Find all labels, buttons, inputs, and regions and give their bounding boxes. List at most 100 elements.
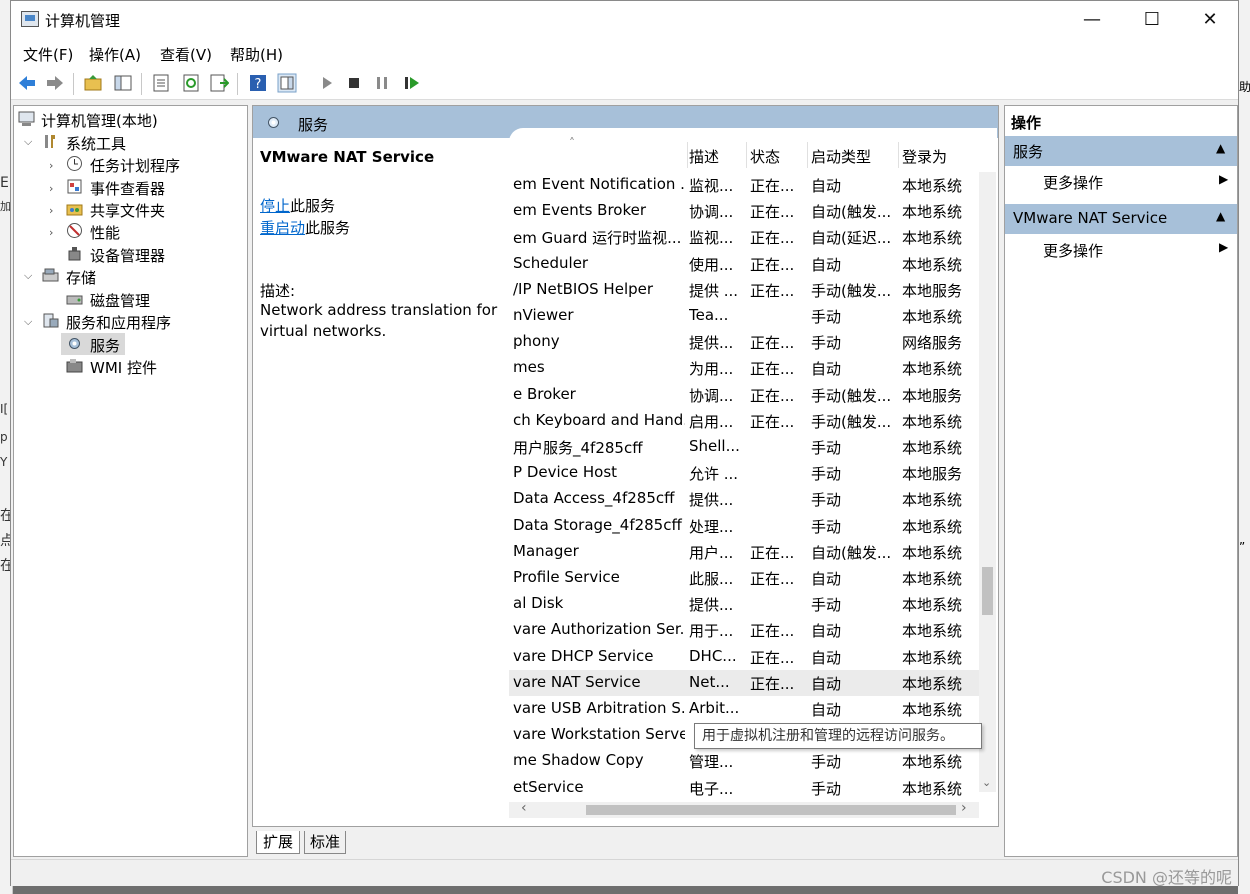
collapse-chevron-icon[interactable]: ⌵ (24, 315, 32, 329)
system-tools-icon (45, 135, 55, 148)
column-header-startup-type[interactable]: 启动类型 (811, 146, 871, 167)
service-row[interactable]: /IP NetBIOS Helper 提供 ... 正在... 手动(触发... 本地服… (509, 277, 979, 303)
tree-shared-folders[interactable]: 共享文件夹 (90, 200, 165, 221)
stop-service-icon[interactable] (344, 73, 364, 93)
service-name: e Broker (513, 384, 576, 403)
submenu-arrow-icon[interactable]: ▶ (1219, 240, 1228, 254)
service-row[interactable]: nViewer Tea... 手动 本地系统 (509, 303, 979, 329)
back-arrow-icon[interactable] (17, 73, 37, 93)
scroll-left-icon[interactable]: ‹ (521, 800, 527, 816)
scroll-down-icon[interactable]: ⌄ (982, 776, 991, 789)
service-row[interactable]: mes 为用... 正在... 自动 本地系统 (509, 355, 979, 381)
service-name: 用户服务_4f285cff (513, 439, 643, 457)
scroll-right-icon[interactable]: › (961, 800, 967, 816)
tree-event-viewer[interactable]: 事件查看器 (90, 178, 165, 199)
service-description: 启用... (689, 412, 734, 431)
collapse-chevron-icon[interactable]: ⌵ (24, 135, 32, 149)
minimize-button[interactable]: — (1063, 1, 1121, 39)
service-status: 正在... (750, 648, 795, 667)
service-description: Shell... (689, 437, 740, 455)
maximize-button[interactable]: ☐ (1123, 1, 1181, 39)
service-row[interactable]: vare DHCP Service DHC... 正在... 自动 本地系统 (509, 644, 979, 670)
service-row[interactable]: 用户服务_4f285cff Shell... 手动 本地系统 (509, 434, 979, 460)
service-row[interactable]: em Events Broker 协调... 正在... 自动(触发... 本地系统 (509, 198, 979, 224)
tree-storage[interactable]: 存储 (66, 267, 96, 288)
service-row[interactable]: me Shadow Copy 管理... 手动 本地系统 (509, 748, 979, 774)
expand-chevron-icon[interactable]: › (49, 204, 53, 217)
service-row[interactable]: e Broker 协调... 正在... 手动(触发... 本地服务 (509, 382, 979, 408)
actions-title: 操作 (1005, 106, 1237, 134)
restart-service-icon[interactable] (402, 73, 422, 93)
close-button[interactable]: ✕ (1181, 1, 1239, 39)
actions-more-2[interactable]: 更多操作 (1043, 240, 1103, 261)
tree-system-tools[interactable]: 系统工具 (66, 133, 126, 154)
stop-service-link[interactable]: 停止 (260, 197, 290, 215)
service-row[interactable]: em Guard 运行时监视... 监视... 正在... 自动(延迟... 本地系统 (509, 224, 979, 250)
column-header-logon[interactable]: 登录为 (902, 146, 947, 167)
vertical-scrollbar[interactable]: ⌄ (979, 172, 996, 792)
column-header-status[interactable]: 状态 (750, 146, 780, 167)
menu-file[interactable]: 文件(F) (23, 44, 73, 65)
tree-task-scheduler[interactable]: 任务计划程序 (90, 155, 180, 176)
service-row[interactable]: vare NAT Service Net... 正在... 自动 本地系统 (509, 669, 979, 696)
tree-disk-management[interactable]: 磁盘管理 (90, 290, 150, 311)
start-service-icon[interactable] (317, 73, 337, 93)
horizontal-scrollbar[interactable]: ‹ › (509, 800, 979, 818)
refresh-icon[interactable] (181, 73, 201, 93)
service-row[interactable]: Manager 用户... 正在... 自动(触发... 本地系统 (509, 539, 979, 565)
menu-view[interactable]: 查看(V) (160, 44, 212, 65)
tree-performance[interactable]: 性能 (90, 222, 120, 243)
service-description: Tea... (689, 306, 729, 324)
sort-ascending-icon[interactable]: ˄ (569, 136, 575, 150)
tree-wmi[interactable]: WMI 控件 (90, 357, 157, 378)
column-header-description[interactable]: 描述 (689, 146, 719, 167)
description-label: 描述: (260, 282, 296, 300)
expand-chevron-icon[interactable]: › (49, 159, 53, 172)
tree-root[interactable]: 计算机管理(本地) (41, 110, 158, 131)
expand-chevron-icon[interactable]: › (49, 182, 53, 195)
pause-service-icon[interactable] (372, 73, 392, 93)
collapse-chevron-icon[interactable]: ⌵ (24, 269, 32, 283)
menu-help[interactable]: 帮助(H) (230, 44, 283, 65)
service-row[interactable]: P Device Host 允许 ... 手动 本地服务 (509, 460, 979, 486)
service-description: 允许 ... (689, 465, 739, 484)
service-row[interactable]: phony 提供... 正在... 手动 网络服务 (509, 329, 979, 355)
restart-service-link[interactable]: 重启动 (260, 219, 305, 237)
help-icon[interactable]: ? (248, 73, 268, 93)
up-folder-icon[interactable] (83, 73, 103, 93)
service-row[interactable]: vare Authorization Ser... 用于... 正在... 自动 本地系… (509, 617, 979, 643)
tree-services-apps[interactable]: 服务和应用程序 (66, 312, 171, 333)
service-row[interactable]: ch Keyboard and Hand... 启用... 正在... 手动(触发..… (509, 408, 979, 434)
service-row[interactable]: em Event Notification ... 监视... 正在... 自动 本地系… (509, 172, 979, 198)
service-status: 正在... (750, 674, 795, 693)
tree-services[interactable]: 服务 (90, 335, 120, 356)
tab-standard[interactable]: 标准 (304, 831, 346, 854)
service-row[interactable]: etService 电子... 手动 本地系统 (509, 775, 979, 801)
properties-icon[interactable] (151, 73, 171, 93)
service-row[interactable]: Scheduler 使用... 正在... 自动 本地系统 (509, 251, 979, 277)
service-row[interactable]: vare USB Arbitration S... Arbit... 自动 本地系统 (509, 696, 979, 722)
collapse-triangle-icon[interactable]: ▲ (1216, 141, 1225, 155)
service-status: 正在... (750, 386, 795, 405)
show-hide-tree-icon[interactable] (113, 73, 133, 93)
submenu-arrow-icon[interactable]: ▶ (1219, 172, 1228, 186)
tab-extended[interactable]: 扩展 (256, 831, 301, 854)
actions-section-services[interactable]: 服务 ▲ (1005, 136, 1237, 166)
actions-section-selected[interactable]: VMware NAT Service ▲ (1005, 204, 1237, 234)
collapse-triangle-icon[interactable]: ▲ (1216, 209, 1225, 223)
service-name: P Device Host (513, 463, 618, 482)
menu-action[interactable]: 操作(A) (89, 44, 141, 65)
service-row[interactable]: Data Storage_4f285cff 处理... 手动 本地系统 (509, 513, 979, 539)
export-list-icon[interactable] (209, 73, 229, 93)
service-row[interactable]: Profile Service 此服... 正在... 自动 本地系统 (509, 565, 979, 591)
service-row[interactable]: al Disk 提供... 手动 本地系统 (509, 591, 979, 617)
service-logon: 本地系统 (902, 360, 963, 379)
horizontal-scrollbar-thumb[interactable] (586, 805, 956, 815)
actions-more-1[interactable]: 更多操作 (1043, 172, 1103, 193)
service-row[interactable]: Data Access_4f285cff 提供... 手动 本地系统 (509, 486, 979, 512)
tree-device-manager[interactable]: 设备管理器 (90, 245, 165, 266)
show-action-pane-icon[interactable] (277, 73, 297, 93)
vertical-scrollbar-thumb[interactable] (982, 567, 993, 615)
forward-arrow-icon[interactable] (45, 73, 65, 93)
expand-chevron-icon[interactable]: › (49, 226, 53, 239)
